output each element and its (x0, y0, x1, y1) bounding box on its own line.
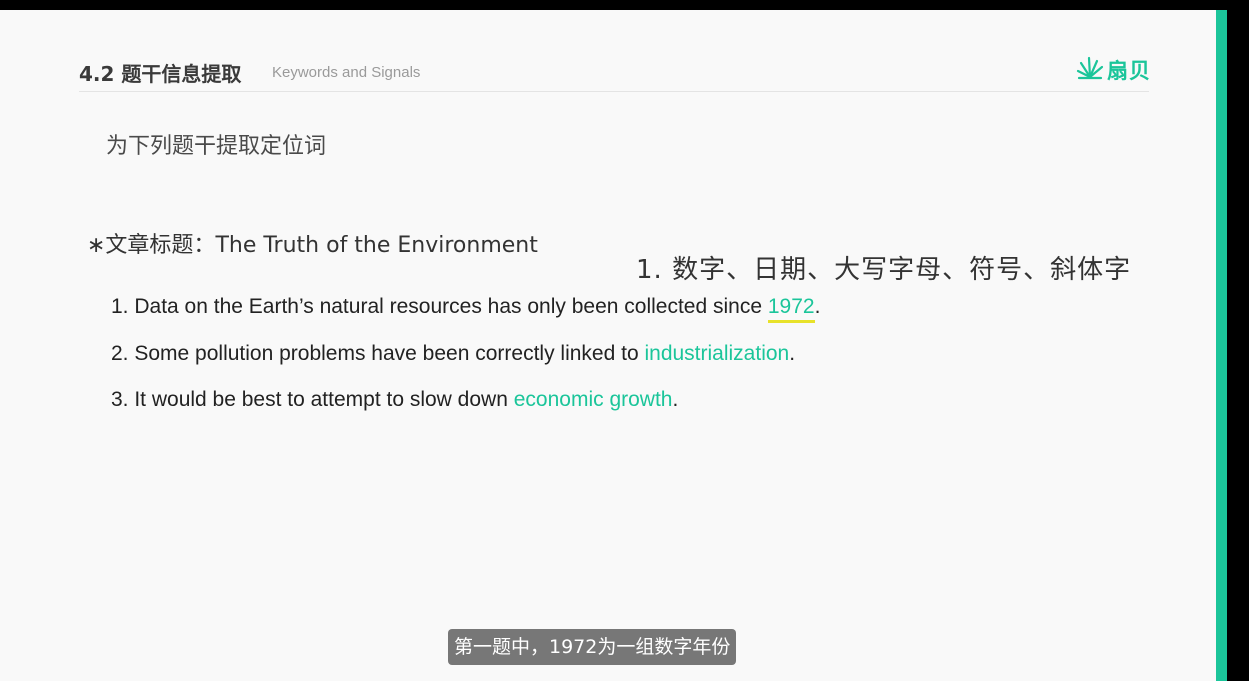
question-2: 2. Some pollution problems have been cor… (111, 342, 795, 366)
section-title: 4.2 题干信息提取 (79, 62, 242, 86)
instruction-text: 为下列题干提取定位词 (106, 134, 327, 159)
question-2-keyword: industrialization (644, 342, 790, 365)
question-3-text: 3. It would be best to attempt to slow d… (111, 388, 514, 411)
question-2-text: 2. Some pollution problems have been cor… (111, 342, 645, 365)
article-title: The Truth of the Environment (215, 233, 538, 258)
fan-burst-icon (1075, 55, 1105, 85)
right-letterbox (1227, 10, 1249, 681)
question-3: 3. It would be best to attempt to slow d… (111, 388, 678, 412)
brand-logo: 扇贝 (1075, 54, 1151, 86)
header-divider (79, 91, 1149, 92)
section-subtitle: Keywords and Signals (272, 64, 421, 81)
question-1: 1. Data on the Earth’s natural resources… (111, 295, 821, 324)
article-title-prefix: ∗文章标题： (87, 233, 216, 258)
question-2-end: . (789, 342, 796, 365)
video-frame: 4.2 题干信息提取 Keywords and Signals 扇贝 为下列题干… (0, 0, 1249, 681)
question-3-keyword: economic growth (513, 388, 673, 411)
video-subtitle: 第一题中，1972为一组数字年份 (448, 629, 737, 665)
question-3-end: . (672, 388, 679, 411)
top-letterbox (0, 0, 1249, 10)
accent-edge-bar (1216, 10, 1227, 681)
question-1-keyword: 1972 (767, 295, 815, 324)
logo-text: 扇贝 (1107, 59, 1151, 83)
article-title-line: ∗文章标题：The Truth of the Environment (87, 227, 538, 259)
annotation-note: 1. 数字、日期、大写字母、符号、斜体字 (636, 255, 1132, 285)
question-1-end: . (814, 295, 821, 318)
question-1-text: 1. Data on the Earth’s natural resources… (111, 295, 768, 318)
